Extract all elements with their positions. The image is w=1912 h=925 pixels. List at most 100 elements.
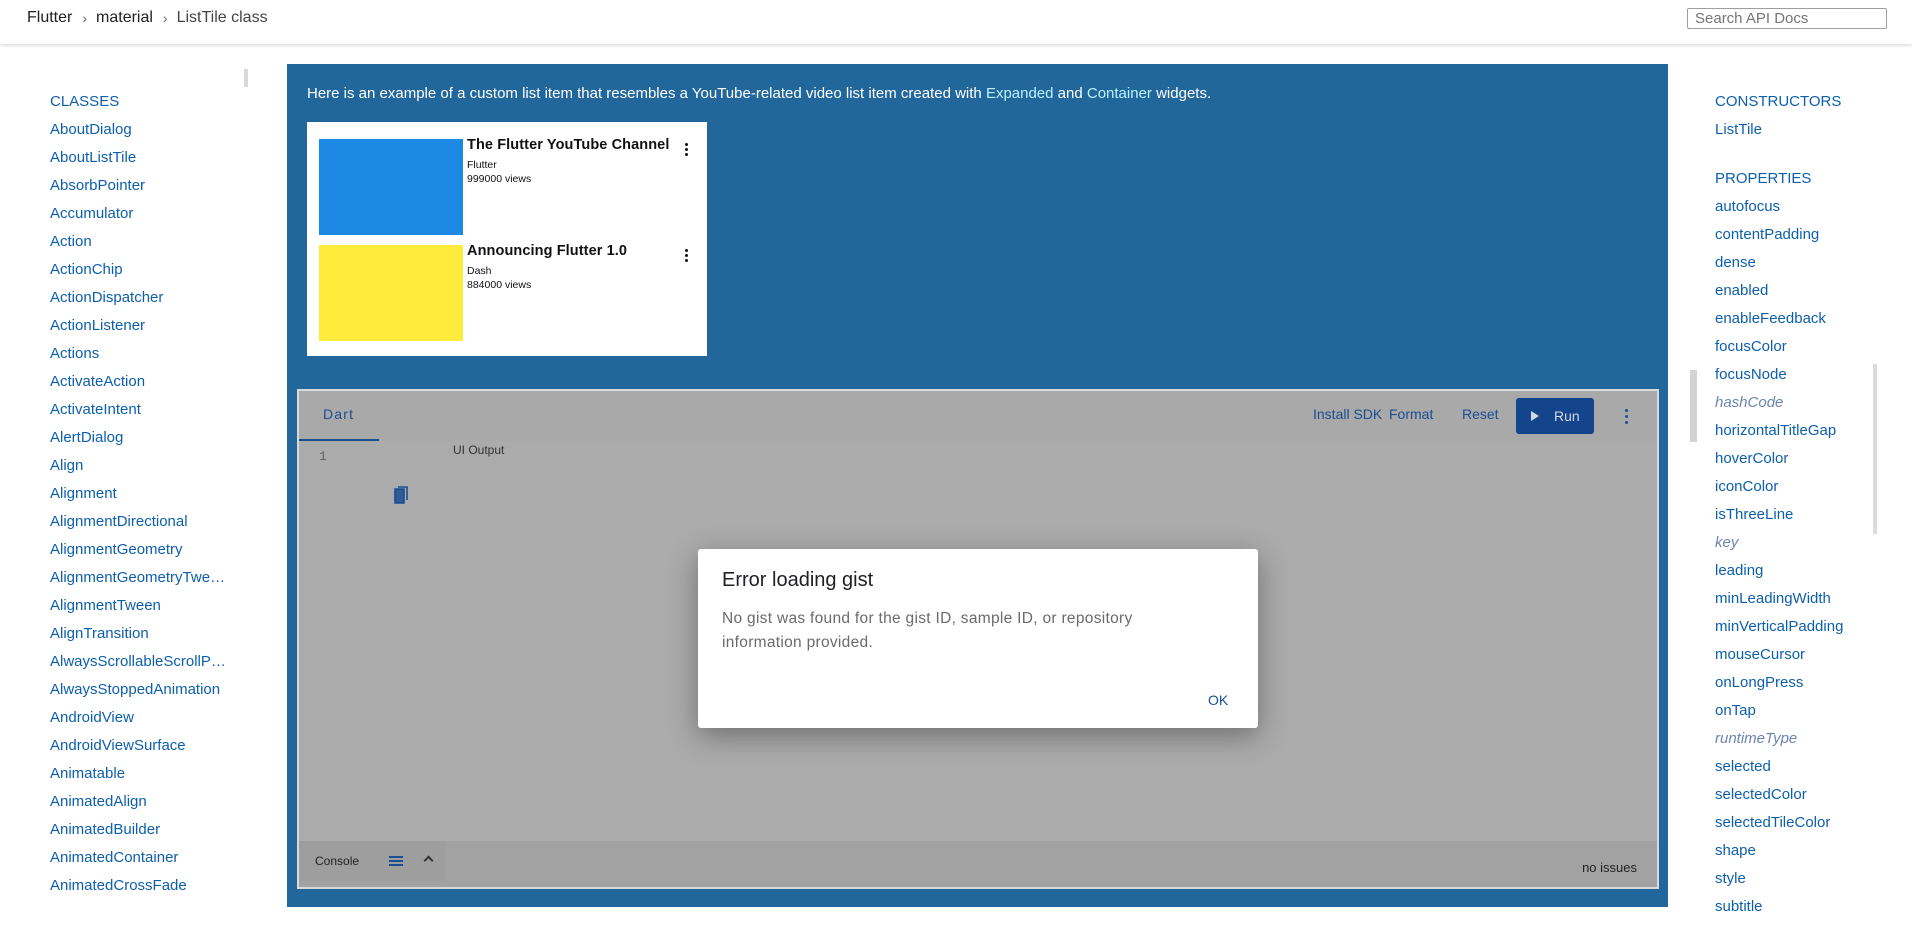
reset-button[interactable]: Reset [1462,406,1499,422]
breadcrumb: Flutter › material › ListTile class [27,9,268,27]
property-link[interactable]: minVerticalPadding [1715,617,1885,645]
sidebar-item[interactable]: AlertDialog [50,428,235,456]
sidebar-item[interactable]: AnimatedBuilder [50,820,235,848]
sidebar-item[interactable]: AlignmentGeometry [50,540,235,568]
sidebar-item[interactable]: ActionListener [50,316,235,344]
breadcrumb-current: ListTile class [176,9,268,26]
video-title: The Flutter YouTube Channel [467,137,670,153]
property-link[interactable]: onLongPress [1715,673,1885,701]
sidebar-item[interactable]: AlwaysStoppedAnimation [50,680,235,708]
sidebar-item[interactable]: AndroidViewSurface [50,736,235,764]
property-link[interactable]: enableFeedback [1715,309,1885,337]
property-link[interactable]: hoverColor [1715,449,1885,477]
sidebar-item[interactable]: AndroidView [50,708,235,736]
sidebar-item[interactable]: ActionDispatcher [50,288,235,316]
format-button[interactable]: Format [1389,406,1433,422]
video-user: Flutter [467,159,497,171]
properties-heading[interactable]: PROPERTIES [1715,169,1885,197]
copy-icon[interactable] [393,486,409,504]
sidebar-item[interactable]: AlignmentTween [50,596,235,624]
property-link[interactable]: contentPadding [1715,225,1885,253]
sidebar-item[interactable]: ActivateAction [50,372,235,400]
video-thumbnail [319,139,463,235]
sidebar-item[interactable]: AlignmentGeometryTwe… [50,568,235,596]
issues-status: no issues [1582,860,1637,875]
right-scrollbar[interactable] [1690,370,1697,442]
description-text: Here is an example of a custom list item… [307,85,986,102]
video-list-item[interactable]: Announcing Flutter 1.0 Dash 884000 views [319,243,699,341]
sidebar-item[interactable]: Alignment [50,484,235,512]
sidebar-item[interactable]: Action [50,232,235,260]
sidebar-item[interactable]: Accumulator [50,204,235,232]
console-tab[interactable]: Console [299,841,445,881]
property-link[interactable]: isThreeLine [1715,505,1885,533]
constructors-heading[interactable]: CONSTRUCTORS [1715,92,1885,120]
property-link[interactable]: style [1715,869,1885,897]
dialog-title: Error loading gist [722,569,874,591]
property-link[interactable]: leading [1715,561,1885,589]
breadcrumb-material[interactable]: material [96,9,153,27]
description-text: widgets. [1151,85,1212,102]
chevron-right-icon: › [82,10,88,26]
property-link[interactable]: shape [1715,841,1885,869]
sidebar-item[interactable]: AnimatedContainer [50,848,235,876]
breadcrumb-flutter[interactable]: Flutter [27,9,72,27]
property-link[interactable]: minLeadingWidth [1715,589,1885,617]
sidebar-item[interactable]: Actions [50,344,235,372]
property-link[interactable]: autofocus [1715,197,1885,225]
video-user: Dash [467,265,492,277]
property-link[interactable]: runtimeType [1715,729,1885,757]
property-link[interactable]: enabled [1715,281,1885,309]
sidebar-item[interactable]: AboutDialog [50,120,235,148]
install-sdk-button[interactable]: Install SDK [1313,406,1382,422]
property-link[interactable]: iconColor [1715,477,1885,505]
run-button[interactable]: Run [1516,398,1594,434]
constructor-listtile[interactable]: ListTile [1715,120,1885,148]
property-link[interactable]: horizontalTitleGap [1715,421,1885,449]
sidebar-item[interactable]: AbsorbPointer [50,176,235,204]
error-dialog: Error loading gist No gist was found for… [698,549,1258,728]
sidebar-item[interactable]: AlignmentDirectional [50,512,235,540]
container-link[interactable]: Container [1087,85,1152,102]
property-link[interactable]: selectedTileColor [1715,813,1885,841]
sidebar-item[interactable]: AlignTransition [50,624,235,652]
search-input[interactable] [1687,8,1887,29]
property-link[interactable]: selectedColor [1715,785,1885,813]
property-link[interactable]: key [1715,533,1885,561]
sample-description: Here is an example of a custom list item… [307,84,1211,104]
sidebar-item[interactable]: ActionChip [50,260,235,288]
property-link[interactable]: mouseCursor [1715,645,1885,673]
sidebar-item[interactable]: Align [50,456,235,484]
video-title: Announcing Flutter 1.0 [467,243,628,259]
property-link[interactable]: focusNode [1715,365,1885,393]
sidebar-scrollbar[interactable] [244,69,248,87]
sidebar-item[interactable]: AnimatedCrossFade [50,876,235,904]
sample-panel: Here is an example of a custom list item… [287,64,1668,907]
more-vert-icon[interactable] [1619,407,1635,425]
ok-button[interactable]: OK [1208,692,1228,708]
expanded-link[interactable]: Expanded [986,85,1054,102]
dialog-message: No gist was found for the gist ID, sampl… [722,610,1133,651]
chevron-up-icon[interactable] [423,855,434,866]
chevron-right-icon: › [162,10,168,26]
right-sidebar: CONSTRUCTORS ListTile PROPERTIES autofoc… [1715,92,1885,925]
more-vert-icon[interactable] [679,247,695,263]
property-link[interactable]: selected [1715,757,1885,785]
classes-heading[interactable]: CLASSES [50,92,235,120]
video-list-item[interactable]: The Flutter YouTube Channel Flutter 9990… [319,137,699,235]
sidebar-item[interactable]: Animatable [50,764,235,792]
sidebar-item[interactable]: ActivateIntent [50,400,235,428]
line-number: 1 [319,449,327,464]
clear-console-icon[interactable] [389,856,403,866]
sidebar-item[interactable]: AnimatedAlign [50,792,235,820]
sidebar-item[interactable]: AlwaysScrollableScrollP… [50,652,235,680]
tab-dart[interactable]: Dart [299,391,379,441]
sidebar-item[interactable]: AboutListTile [50,148,235,176]
more-vert-icon[interactable] [679,141,695,157]
property-link[interactable]: dense [1715,253,1885,281]
description-text: and [1053,85,1087,102]
property-link[interactable]: subtitle [1715,897,1885,925]
property-link[interactable]: hashCode [1715,393,1885,421]
property-link[interactable]: onTap [1715,701,1885,729]
property-link[interactable]: focusColor [1715,337,1885,365]
